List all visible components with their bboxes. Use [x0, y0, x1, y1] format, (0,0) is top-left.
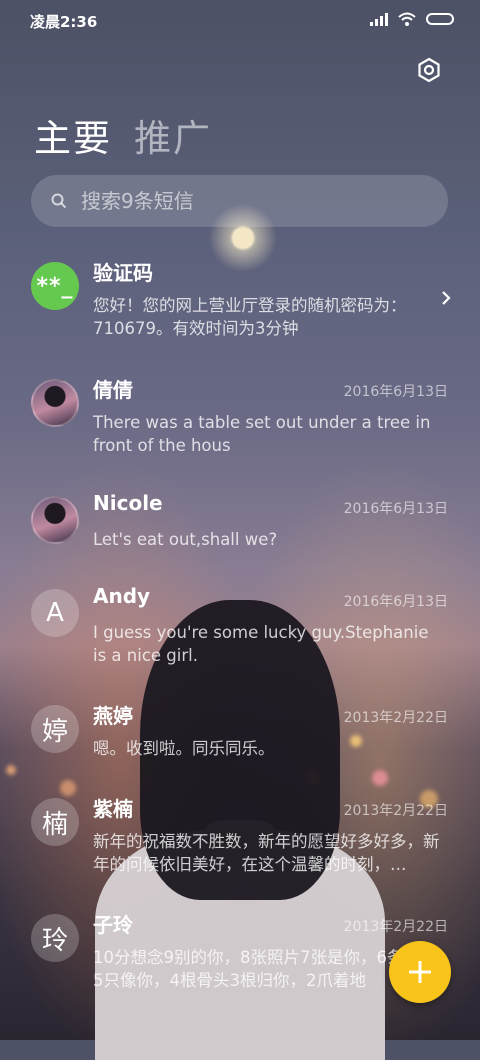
conversation-date: 2016年6月13日: [343, 594, 448, 610]
chevron-right-icon[interactable]: [441, 290, 451, 306]
search-icon: [51, 193, 67, 209]
conversation-preview: I guess you're some lucky guy.Stephanie …: [93, 623, 429, 665]
tab-primary[interactable]: 主要: [34, 108, 112, 162]
light-bokeh: [60, 780, 76, 796]
status-icons: [370, 12, 454, 26]
conversation-name: 验证码: [93, 261, 153, 285]
avatar: 楠: [31, 798, 79, 846]
conversation-date: 2013年2月22日: [343, 919, 448, 935]
avatar: 玲: [31, 914, 79, 962]
search-input[interactable]: [79, 188, 423, 214]
conversation-preview: Let's eat out,shall we?: [93, 530, 278, 549]
conversation-date: 2013年2月22日: [343, 803, 448, 819]
wifi-icon: [398, 12, 416, 26]
conversation-name: 燕婷: [93, 704, 133, 728]
conversation-item[interactable]: 婷 燕婷 2013年2月22日 嗯。收到啦。同乐同乐。: [31, 704, 451, 775]
signal-icon: [370, 12, 388, 26]
conversation-name: Nicole: [93, 491, 163, 515]
avatar: 婷: [31, 705, 79, 753]
conversation-date: 2016年6月13日: [343, 501, 448, 517]
battery-icon: [426, 13, 454, 25]
compose-button[interactable]: [389, 941, 451, 1003]
avatar: A: [31, 589, 79, 637]
conversation-name: Andy: [93, 584, 151, 608]
conversation-item[interactable]: 倩倩 2016年6月13日 There was a table set out …: [31, 378, 451, 469]
search-bar[interactable]: [31, 175, 448, 227]
tab-promotions[interactable]: 推广: [134, 108, 212, 162]
conversation-name: 子玲: [93, 913, 133, 937]
conversation-preview: 嗯。收到啦。同乐同乐。: [93, 739, 275, 758]
conversation-preview: 新年的祝福数不胜数，新年的愿望好多好多，新年的问候依旧美好，在这个温馨的时刻，…: [93, 832, 440, 874]
avatar: **_: [31, 262, 79, 310]
plus-icon: [409, 961, 431, 983]
tab-bar: 主要 推广: [34, 108, 212, 162]
conversation-date: 2016年6月13日: [343, 384, 448, 400]
conversation-preview: There was a table set out under a tree i…: [93, 413, 431, 455]
conversation-name: 紫楠: [93, 797, 133, 821]
light-bokeh: [6, 765, 16, 775]
conversation-date: 2013年2月22日: [343, 710, 448, 726]
conversation-item-verification[interactable]: **_ 验证码 您好！您的网上营业厅登录的随机密码为：710679。有效时间为3…: [31, 261, 451, 352]
avatar: [31, 379, 79, 427]
status-time: 凌晨2:36: [30, 13, 98, 31]
conversation-preview: 您好！您的网上营业厅登录的随机密码为：710679。有效时间为3分钟: [93, 296, 407, 338]
conversation-item[interactable]: Nicole 2016年6月13日 Let's eat out,shall we…: [31, 491, 451, 566]
settings-icon[interactable]: [416, 57, 442, 83]
conversation-item[interactable]: 楠 紫楠 2013年2月22日 新年的祝福数不胜数，新年的愿望好多好多，新年的问…: [31, 797, 451, 888]
avatar: [31, 496, 79, 544]
conversation-name: 倩倩: [93, 378, 133, 402]
conversation-item[interactable]: 玲 子玲 2013年2月22日 10分想念9别的你，8张照片7张是你，6条小狗5…: [31, 913, 451, 1004]
status-bar: 凌晨2:36: [0, 0, 480, 40]
conversation-item[interactable]: A Andy 2016年6月13日 I guess you're some lu…: [31, 584, 451, 679]
